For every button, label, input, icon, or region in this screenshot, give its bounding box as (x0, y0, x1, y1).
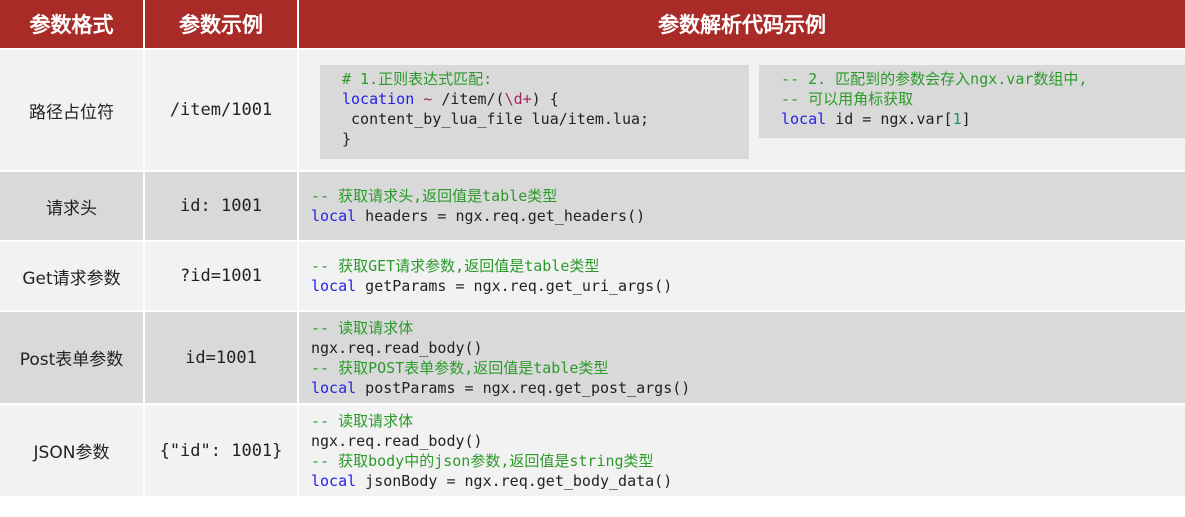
code-snippet: -- 获取请求头,返回值是table类型 local headers = ngx… (299, 186, 645, 226)
code-operator: ~ (414, 90, 442, 108)
code-comment: -- 读取请求体 (311, 318, 414, 337)
code-block-regex: # 1.正则表达式匹配: location ~ /item/(\d+) { co… (320, 65, 749, 159)
code-cell: -- 获取GET请求参数,返回值是table类型 local getParams… (299, 242, 1185, 310)
code-keyword: local (311, 207, 357, 225)
example-cell: {"id": 1001} (145, 405, 297, 496)
code-keyword: local (311, 378, 357, 397)
code-keyword: local (311, 277, 357, 295)
table-row: 请求头 id: 1001 -- 获取请求头,返回值是table类型 local … (0, 172, 1185, 240)
table-row: 路径占位符 /item/1001 # 1.正则表达式匹配: location ~… (0, 50, 1185, 170)
format-label: 请求头 (46, 198, 97, 219)
format-label: JSON参数 (33, 443, 110, 463)
code-text: id = ngx.var[ (826, 110, 953, 128)
example-cell: /item/1001 (145, 50, 297, 170)
format-cell: JSON参数 (0, 405, 143, 496)
format-label: Post表单参数 (19, 350, 124, 370)
code-comment: -- 可以用角标获取 (781, 90, 914, 108)
code-cell: -- 读取请求体 ngx.req.read_body() -- 获取POST表单… (299, 312, 1185, 403)
code-text: headers = ngx.req.get_headers() (356, 207, 646, 225)
code-comment: -- 获取GET请求参数,返回值是table类型 (311, 257, 600, 275)
code-keyword: location (342, 90, 415, 108)
header-format: 参数格式 (0, 0, 143, 48)
code-text: /item/( (441, 90, 505, 108)
code-text: postParams = ngx.req.get_post_args() (356, 378, 691, 397)
format-label: 路径占位符 (29, 102, 114, 123)
table-row: Get请求参数 ?id=1001 -- 获取GET请求参数,返回值是table类… (0, 242, 1185, 310)
example-cell: id=1001 (145, 312, 297, 403)
code-text: content_by_lua_file lua/item.lua; (342, 110, 650, 128)
header-format-label: 参数格式 (29, 13, 114, 37)
code-text: ] (961, 110, 971, 128)
code-number: 1 (952, 110, 962, 128)
code-text: ) { (531, 90, 559, 108)
code-cell: -- 获取请求头,返回值是table类型 local headers = ngx… (299, 172, 1185, 240)
example-value: id=1001 (185, 347, 257, 368)
example-value: ?id=1001 (180, 266, 262, 286)
code-text: getParams = ngx.req.get_uri_args() (356, 277, 673, 295)
code-text: ngx.req.read_body() (311, 338, 483, 357)
code-snippet: -- 读取请求体 ngx.req.read_body() -- 获取POST表单… (299, 318, 690, 398)
example-value: /item/1001 (169, 100, 273, 120)
format-cell: Post表单参数 (0, 312, 143, 403)
header-example: 参数示例 (145, 0, 297, 48)
header-code-label: 参数解析代码示例 (658, 13, 826, 37)
code-text: jsonBody = ngx.req.get_body_data() (356, 471, 673, 490)
format-cell: Get请求参数 (0, 242, 143, 310)
code-comment: -- 获取请求头,返回值是table类型 (311, 187, 558, 205)
table-row: JSON参数 {"id": 1001} -- 读取请求体 ngx.req.rea… (0, 405, 1185, 496)
code-snippet: -- 获取GET请求参数,返回值是table类型 local getParams… (299, 256, 672, 296)
code-comment: # 1.正则表达式匹配: (342, 70, 493, 88)
example-cell: ?id=1001 (145, 242, 297, 310)
example-cell: id: 1001 (145, 172, 297, 240)
code-regex: \d+ (504, 90, 532, 108)
header-example-label: 参数示例 (179, 13, 263, 37)
code-keyword: local (311, 471, 357, 490)
format-label: Get请求参数 (22, 268, 121, 289)
code-text: } (342, 130, 352, 148)
format-cell: 路径占位符 (0, 50, 143, 170)
code-keyword: local (781, 110, 827, 128)
code-comment: -- 读取请求体 (311, 411, 414, 430)
code-block-var: -- 2. 匹配到的参数会存入ngx.var数组中, -- 可以用角标获取 lo… (759, 65, 1185, 138)
code-comment: -- 获取body中的json参数,返回值是string类型 (311, 451, 654, 470)
code-snippet: -- 读取请求体 ngx.req.read_body() -- 获取body中的… (299, 411, 672, 491)
table-header: 参数格式 参数示例 参数解析代码示例 (0, 0, 1185, 48)
code-cell: # 1.正则表达式匹配: location ~ /item/(\d+) { co… (299, 50, 1185, 170)
table-row: Post表单参数 id=1001 -- 读取请求体 ngx.req.read_b… (0, 312, 1185, 403)
format-cell: 请求头 (0, 172, 143, 240)
example-value: id: 1001 (180, 196, 262, 216)
header-code: 参数解析代码示例 (299, 0, 1185, 48)
example-value: {"id": 1001} (159, 440, 283, 461)
code-text: ngx.req.read_body() (311, 431, 483, 450)
code-cell: -- 读取请求体 ngx.req.read_body() -- 获取body中的… (299, 405, 1185, 496)
code-comment: -- 2. 匹配到的参数会存入ngx.var数组中, (781, 70, 1088, 88)
code-comment: -- 获取POST表单参数,返回值是table类型 (311, 358, 609, 377)
